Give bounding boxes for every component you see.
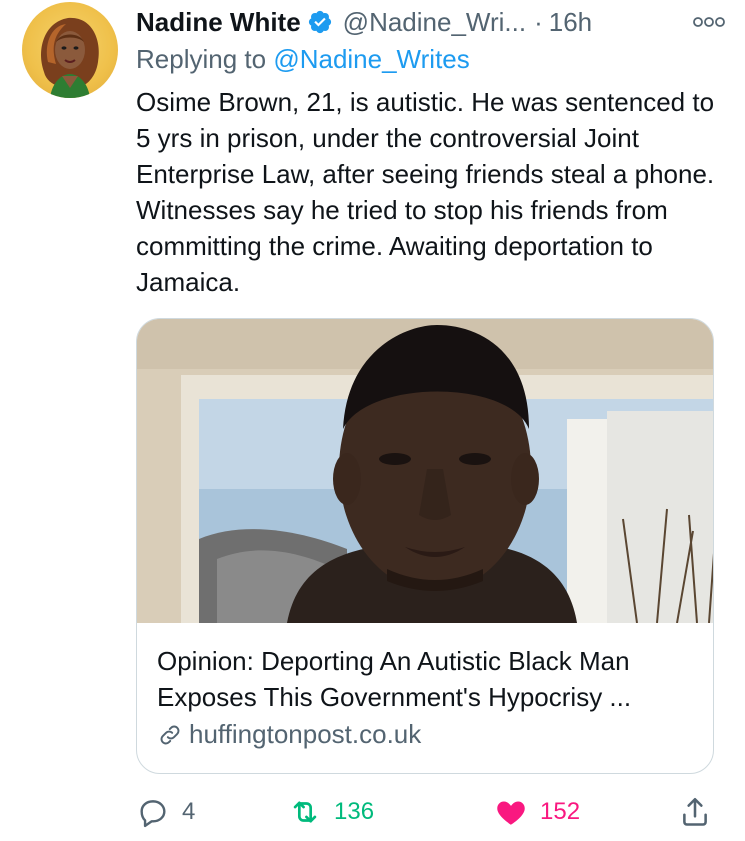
share-button[interactable] [678, 790, 712, 834]
tweet-actions-bar: 4 136 152 [136, 790, 716, 834]
tweet-timestamp[interactable]: 16h [549, 7, 592, 38]
reply-count: 4 [182, 798, 196, 825]
replying-to-line: Replying to @Nadine_Writes [136, 44, 470, 75]
author-handle[interactable]: @Nadine_Wri... [343, 7, 526, 38]
replying-to-label: Replying to [136, 44, 267, 74]
share-icon [683, 797, 707, 826]
author-avatar[interactable] [22, 2, 118, 98]
tweet-text: Osime Brown, 21, is autistic. He was sen… [136, 87, 715, 297]
verified-badge-icon [308, 10, 331, 34]
more-options-icon[interactable] [692, 14, 726, 30]
author-display-name[interactable]: Nadine White [136, 7, 301, 38]
card-body: Opinion: Deporting An Autistic Black Man… [157, 643, 695, 750]
avatar-illustration [41, 17, 99, 98]
card-image [137, 319, 713, 623]
reply-button[interactable]: 4 [136, 790, 195, 834]
link-preview-card[interactable]: Opinion: Deporting An Autistic Black Man… [136, 318, 714, 774]
retweet-icon [293, 801, 317, 823]
retweet-button[interactable]: 136 [288, 790, 374, 834]
card-domain: huffingtonpost.co.uk [189, 719, 422, 749]
retweet-count: 136 [334, 798, 375, 825]
card-domain-row: huffingtonpost.co.uk [157, 719, 695, 750]
tweet-header: Nadine White @Nadine_Wri... · 16h [136, 4, 726, 40]
separator-dot: · [534, 6, 543, 37]
reply-icon [140, 800, 166, 828]
like-count: 152 [540, 798, 581, 825]
like-heart-icon [497, 801, 525, 825]
like-button[interactable]: 152 [494, 790, 580, 834]
card-title[interactable]: Opinion: Deporting An Autistic Black Man… [157, 643, 695, 715]
reply-mention-link[interactable]: @Nadine_Writes [273, 44, 469, 74]
link-icon [160, 725, 180, 744]
